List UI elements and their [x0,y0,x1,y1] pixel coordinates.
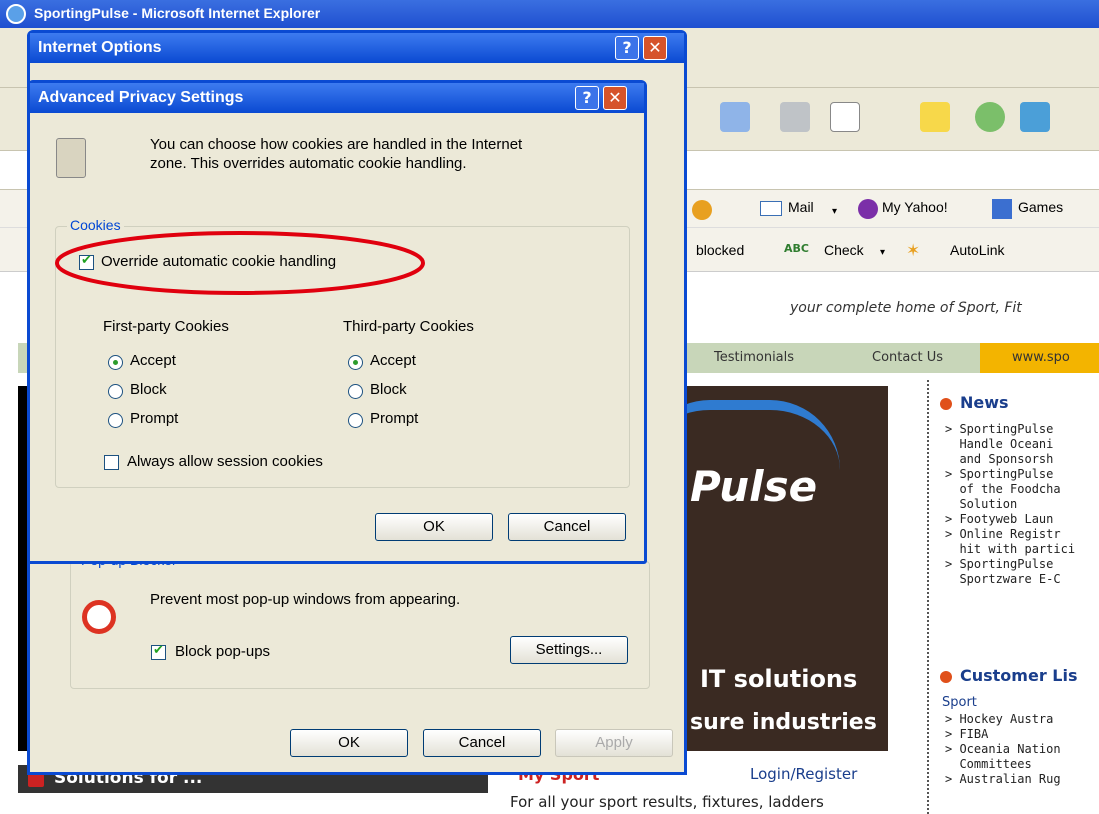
target-icon[interactable] [692,200,712,220]
customer-list-heading: Customer Lis [960,666,1078,685]
autolink-link[interactable]: AutoLink [950,242,1004,258]
messenger-icon[interactable] [975,102,1005,132]
my-yahoo-link[interactable]: My Yahoo! [882,199,948,215]
nav-website[interactable]: www.spo [980,343,1099,373]
customer-item[interactable]: > Hockey Austra [945,712,1099,727]
customer-bullet-icon [940,671,952,683]
news-item[interactable]: > SportingPulse [945,467,1099,482]
nav-contact-us[interactable]: Contact Us [860,343,955,373]
customer-item[interactable]: > FIBA [945,727,1099,742]
first-party-accept-label[interactable]: Accept [130,352,176,369]
news-item[interactable]: and Sponsorsh [945,452,1099,467]
notes-icon[interactable] [920,102,950,132]
news-item[interactable]: > Online Registr [945,527,1099,542]
popup-description: Prevent most pop-up windows from appeari… [150,591,461,608]
block-popups-label[interactable]: Block pop-ups [175,643,270,660]
third-party-heading: Third-party Cookies [343,318,474,335]
news-bullet-icon [940,398,952,410]
games-link[interactable]: Games [1018,199,1063,215]
popup-blocker-group [70,561,650,689]
popup-blocker-icon [82,600,116,634]
ie-logo-icon [6,4,26,24]
site-tagline: your complete home of Sport, Fit [790,300,1022,316]
browser-title-bar: SportingPulse - Microsoft Internet Explo… [0,0,1099,28]
mail-toolbar-icon[interactable] [720,102,750,132]
annotation-ellipse [55,231,425,295]
print-icon[interactable] [780,102,810,132]
third-party-block-label[interactable]: Block [370,381,407,398]
mail-dropdown-icon[interactable]: ▾ [832,206,837,217]
mail-link[interactable]: Mail [788,199,814,215]
close-icon[interactable]: ✕ [643,36,667,60]
autolink-icon[interactable]: ✶ [906,241,920,261]
third-party-accept-radio[interactable] [348,355,363,370]
privacy-description-line1: You can choose how cookies are handled i… [150,136,523,153]
internet-options-cancel-button[interactable]: Cancel [423,729,541,757]
news-item[interactable]: Handle Oceani [945,437,1099,452]
privacy-description-line2: zone. This overrides automatic cookie ha… [150,155,467,172]
first-party-accept-radio[interactable] [108,355,123,370]
banner-it-solutions: IT solutions [700,665,858,693]
privacy-cancel-button[interactable]: Cancel [508,513,626,541]
first-party-prompt-label[interactable]: Prompt [130,410,178,427]
internet-options-titlebar[interactable]: Internet Options ? ✕ [30,33,684,63]
news-heading: News [960,393,1009,412]
advanced-privacy-title: Advanced Privacy Settings [38,89,244,106]
help-icon[interactable]: ? [575,86,599,110]
news-item[interactable]: > Footyweb Laun [945,512,1099,527]
my-sport-description: For all your sport results, fixtures, la… [510,793,824,811]
customer-item[interactable]: Committees [945,757,1099,772]
third-party-prompt-radio[interactable] [348,413,363,428]
research-icon[interactable] [1020,102,1050,132]
privacy-ok-button[interactable]: OK [375,513,493,541]
third-party-block-radio[interactable] [348,384,363,399]
first-party-block-label[interactable]: Block [130,381,167,398]
news-item[interactable]: > SportingPulse [945,422,1099,437]
advanced-privacy-titlebar[interactable]: Advanced Privacy Settings ? ✕ [30,83,644,113]
first-party-prompt-radio[interactable] [108,413,123,428]
session-cookies-checkbox[interactable] [104,455,119,470]
word-edit-icon[interactable] [830,102,860,132]
news-item[interactable]: > SportingPulse [945,557,1099,572]
popup-settings-button[interactable]: Settings... [510,636,628,664]
third-party-prompt-label[interactable]: Prompt [370,410,418,427]
sport-category-label[interactable]: Sport [942,695,977,710]
banner-industries: sure industries [690,710,877,735]
internet-options-ok-button[interactable]: OK [290,729,408,757]
customer-list: > Hockey Austra > FIBA > Oceania Nation … [945,712,1099,787]
nav-testimonials[interactable]: Testimonials [702,343,806,373]
check-link[interactable]: Check [824,242,864,258]
help-icon[interactable]: ? [615,36,639,60]
apply-button[interactable]: Apply [555,729,673,757]
session-cookies-label[interactable]: Always allow session cookies [127,453,323,470]
mail-icon[interactable] [760,201,782,216]
browser-title: SportingPulse - Microsoft Internet Explo… [34,5,321,21]
privacy-cookie-icon [56,138,86,178]
news-list: > SportingPulse Handle Oceani and Sponso… [945,422,1099,587]
check-dropdown-icon[interactable]: ▾ [880,247,885,258]
advanced-privacy-dialog: Advanced Privacy Settings ? ✕ You can ch… [27,80,647,564]
news-item[interactable]: of the Foodcha [945,482,1099,497]
popups-blocked-label[interactable]: blocked [696,242,744,258]
news-item[interactable]: Sportzware E-C [945,572,1099,587]
first-party-block-radio[interactable] [108,384,123,399]
news-item[interactable]: hit with partici [945,542,1099,557]
spellcheck-icon[interactable]: ABC [784,242,809,255]
close-icon[interactable]: ✕ [603,86,627,110]
first-party-heading: First-party Cookies [103,318,229,335]
internet-options-title: Internet Options [38,39,162,56]
block-popups-checkbox[interactable] [151,643,166,660]
games-icon[interactable] [992,199,1012,219]
third-party-accept-label[interactable]: Accept [370,352,416,369]
login-register-link[interactable]: Login/Register [750,765,857,783]
sidebar-separator [927,380,929,814]
my-yahoo-icon[interactable] [858,199,878,219]
news-item[interactable]: Solution [945,497,1099,512]
banner-pulse-text: Pulse [690,462,818,511]
customer-item[interactable]: > Australian Rug [945,772,1099,787]
customer-item[interactable]: > Oceania Nation [945,742,1099,757]
